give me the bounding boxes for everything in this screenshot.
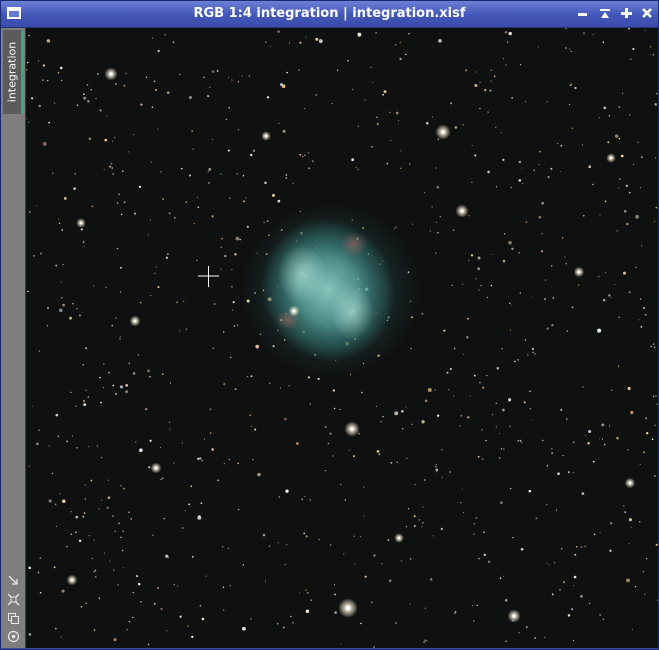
zoom-to-fit-icon[interactable]: [7, 593, 20, 606]
window-title: RGB 1:4 integration | integration.xisf: [193, 6, 466, 21]
maximize-icon: [621, 8, 632, 18]
close-button[interactable]: [640, 6, 654, 20]
title-bar[interactable]: RGB 1:4 integration | integration.xisf: [1, 1, 658, 28]
clone-view-icon[interactable]: [7, 612, 20, 625]
astro-image[interactable]: [26, 28, 658, 648]
shade-icon: [600, 9, 610, 18]
view-sidebar: integration: [1, 28, 26, 648]
close-icon: [642, 8, 652, 18]
image-canvas[interactable]: [26, 28, 658, 648]
fit-view-icon[interactable]: [7, 574, 20, 587]
preview-icon[interactable]: [7, 630, 20, 643]
view-tab-label: integration: [5, 41, 19, 103]
view-tab-integration[interactable]: integration: [3, 30, 23, 114]
minimize-icon: [578, 13, 587, 16]
maximize-button[interactable]: [619, 6, 633, 20]
shade-button[interactable]: [598, 6, 612, 20]
image-window: RGB 1:4 integration | integration.xisf i…: [0, 0, 659, 650]
minimize-button[interactable]: [576, 6, 590, 20]
